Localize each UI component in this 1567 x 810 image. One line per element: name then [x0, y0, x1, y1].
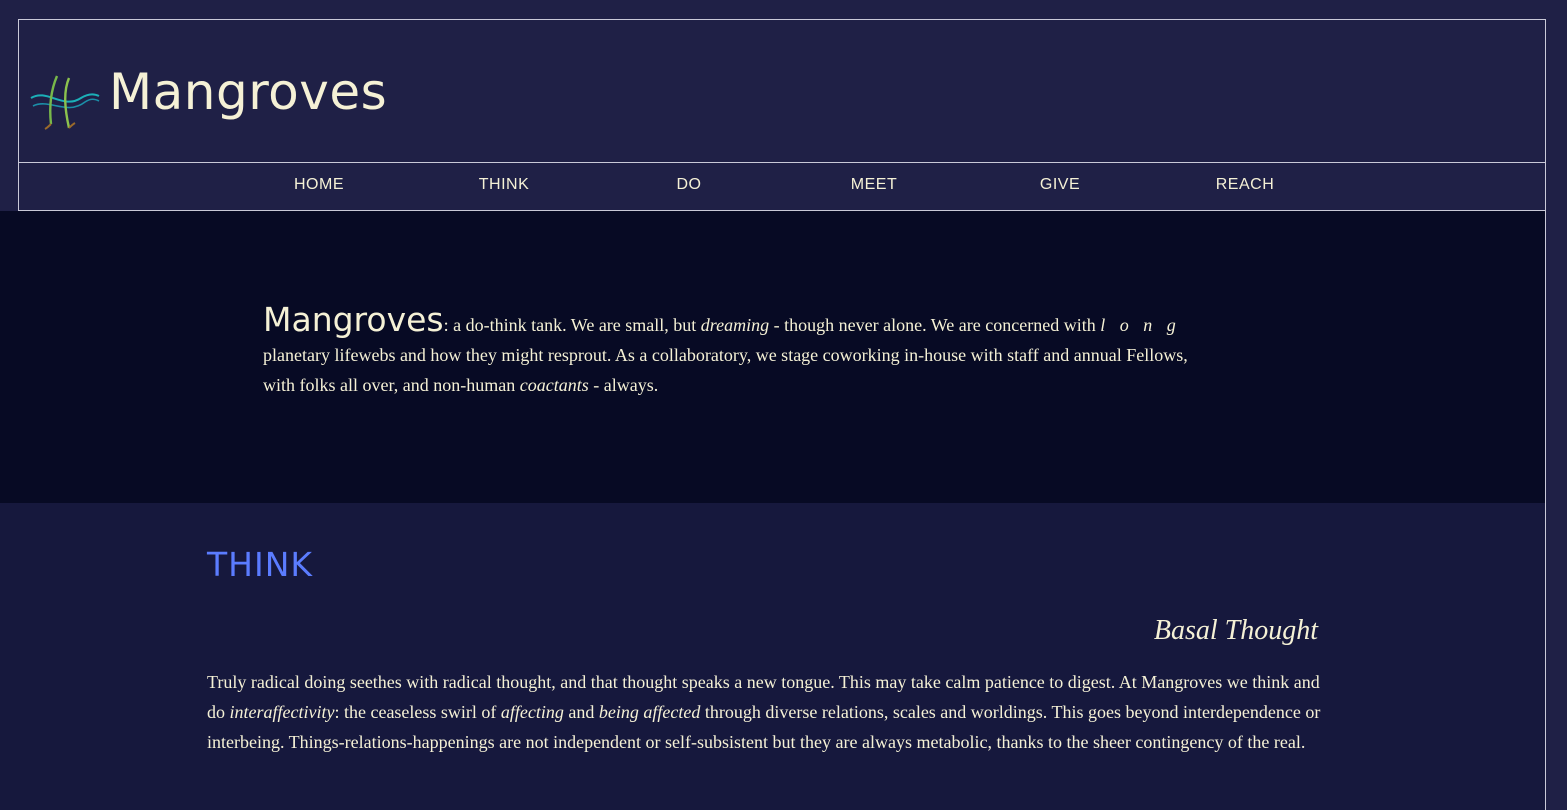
- think-em-interaffectivity: interaffectivity: [229, 702, 335, 722]
- frame-right-line: [1545, 19, 1546, 810]
- intro-text-1: : a do-think tank. We are small, but: [443, 315, 701, 335]
- nav-item-do[interactable]: DO: [629, 176, 749, 194]
- think-em-affecting: affecting: [500, 702, 564, 722]
- think-em-being-affected: being affected: [598, 702, 701, 722]
- intro-em-coactants: coactants: [519, 375, 589, 395]
- intro-paragraph: Mangroves: a do-think tank. We are small…: [263, 303, 1213, 400]
- intro-text-2: - though never alone. We are concerned w…: [769, 315, 1101, 335]
- intro-text-3: planetary lifewebs and how they might re…: [263, 345, 1188, 395]
- page: Mangroves HOME THINK DO MEET GIVE REACH …: [0, 0, 1567, 810]
- think-text-2: : the ceaseless swirl of: [334, 702, 501, 722]
- site-header: Mangroves: [19, 20, 1545, 162]
- main-nav: HOME THINK DO MEET GIVE REACH: [19, 163, 1545, 210]
- nav-item-meet[interactable]: MEET: [814, 176, 934, 194]
- nav-item-home[interactable]: HOME: [259, 176, 379, 194]
- think-section: THINK Basal Thought Truly radical doing …: [0, 503, 1545, 810]
- intro-lead: Mangroves: [263, 300, 444, 339]
- think-heading: THINK: [207, 545, 314, 584]
- intro-text-4: - always.: [588, 375, 659, 395]
- intro-em-dreaming: dreaming: [700, 315, 770, 335]
- mangrove-roots-icon[interactable]: [29, 72, 101, 130]
- intro-em-long: l o n g: [1100, 315, 1181, 335]
- think-paragraph: Truly radical doing seethes with radical…: [207, 667, 1327, 757]
- nav-item-reach[interactable]: REACH: [1185, 176, 1305, 194]
- site-title[interactable]: Mangroves: [109, 60, 387, 124]
- intro-section: Mangroves: a do-think tank. We are small…: [0, 211, 1545, 503]
- think-subheading: Basal Thought: [1153, 615, 1318, 646]
- nav-item-think[interactable]: THINK: [444, 176, 564, 194]
- nav-item-give[interactable]: GIVE: [1000, 176, 1120, 194]
- think-text-3: and: [563, 702, 599, 722]
